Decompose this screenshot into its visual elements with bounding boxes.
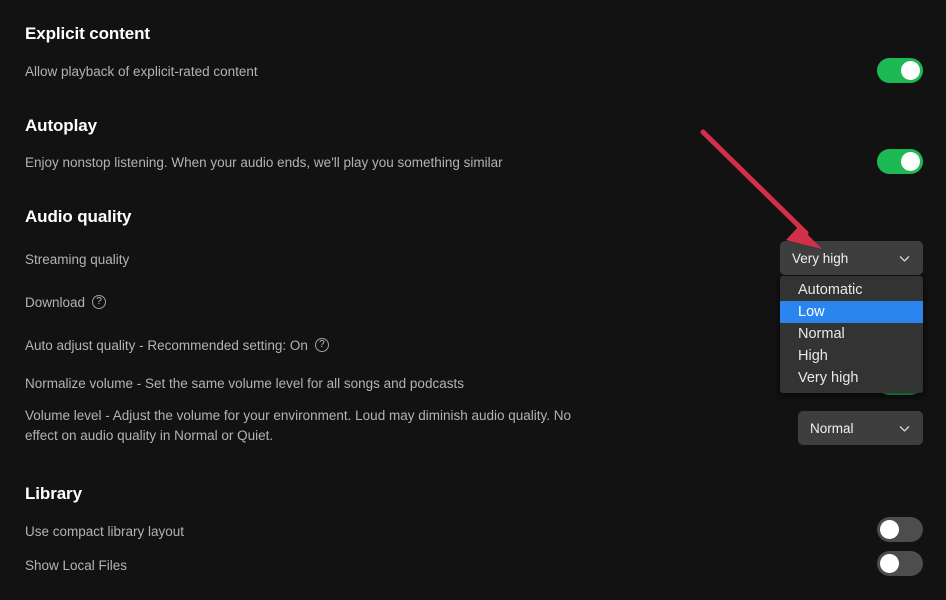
row-label-volume-level: Volume level - Adjust the volume for you…	[25, 408, 572, 443]
streaming-quality-select-value: Very high	[792, 250, 849, 266]
option-low[interactable]: Low	[780, 301, 923, 323]
volume-level-select[interactable]: Normal	[798, 411, 923, 445]
section-heading-audio-quality: Audio quality	[25, 207, 132, 226]
section-heading-library: Library	[25, 484, 82, 503]
row-label-streaming-quality: Streaming quality	[25, 252, 130, 267]
red-pointer-arrow	[700, 129, 822, 249]
section-heading-autoplay: Autoplay	[25, 116, 97, 135]
row-label-allow-explicit: Allow playback of explicit-rated content	[25, 64, 258, 79]
volume-level-select-value: Normal	[810, 420, 854, 436]
chevron-down-icon	[898, 252, 911, 265]
row-label-show-local-files: Show Local Files	[25, 558, 128, 573]
toggle-autoplay[interactable]	[877, 149, 923, 174]
option-automatic[interactable]: Automatic	[780, 279, 923, 301]
download-text: Download	[25, 295, 86, 310]
toggle-show-local-files[interactable]	[877, 551, 923, 576]
toggle-knob	[901, 152, 920, 171]
toggle-knob	[880, 520, 899, 539]
row-label-download: Download	[25, 293, 107, 313]
streaming-quality-options-list[interactable]: Automatic Low Normal High Very high	[780, 276, 923, 393]
chevron-down-icon	[898, 422, 911, 435]
row-label-autoplay: Enjoy nonstop listening. When your audio…	[25, 155, 503, 170]
toggle-allow-explicit[interactable]	[877, 58, 923, 83]
option-normal[interactable]: Normal	[780, 323, 923, 345]
toggle-knob	[880, 554, 899, 573]
toggle-compact-library-layout[interactable]	[877, 517, 923, 542]
settings-page: Explicit content Allow playback of expli…	[0, 0, 946, 600]
row-label-auto-adjust-quality: Auto adjust quality - Recommended settin…	[25, 336, 329, 356]
row-label-normalize-volume: Normalize volume - Set the same volume l…	[25, 376, 464, 391]
streaming-quality-select[interactable]: Very high	[780, 241, 923, 275]
row-label-compact-library-layout: Use compact library layout	[25, 524, 185, 539]
option-high[interactable]: High	[780, 345, 923, 367]
option-very-high[interactable]: Very high	[780, 367, 923, 389]
auto-adjust-text: Auto adjust quality - Recommended settin…	[25, 338, 308, 353]
toggle-knob	[901, 61, 920, 80]
help-circle-icon[interactable]	[314, 338, 329, 352]
section-heading-explicit-content: Explicit content	[25, 24, 150, 43]
help-circle-icon[interactable]	[92, 295, 107, 309]
